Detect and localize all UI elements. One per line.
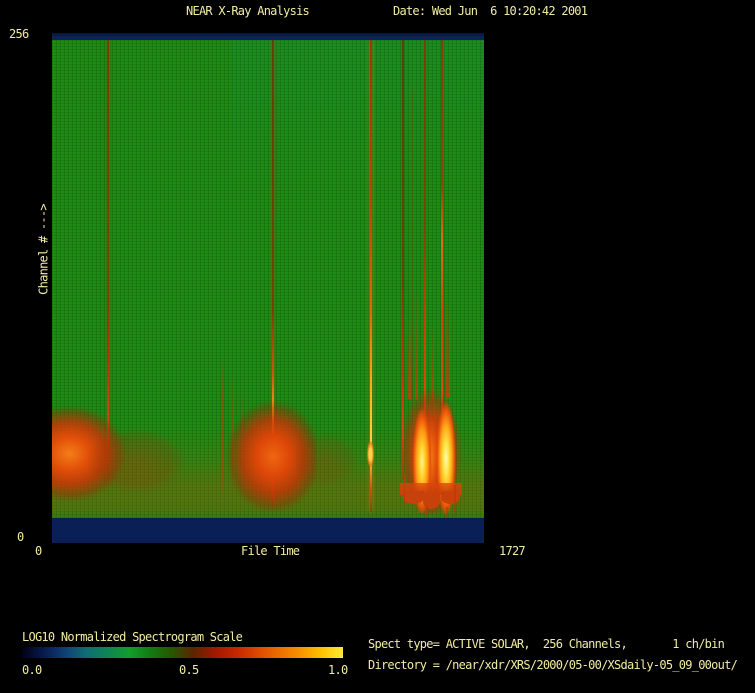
flare-scallop	[403, 491, 424, 504]
flare-drip	[446, 507, 448, 518]
x-axis-label: File Time	[241, 544, 300, 558]
flare-drip	[454, 485, 456, 518]
colorbar-tick-min: 0.0	[22, 663, 42, 677]
colorbar-gradient	[22, 647, 343, 658]
x-axis-min-tick: 0	[35, 544, 42, 558]
directory-line: Directory = /near/xdr/XRS/2000/05-00/XSd…	[368, 658, 738, 672]
colorbar-tick-mid: 0.5	[179, 663, 199, 677]
y-axis-label: Channel # --->	[36, 204, 51, 295]
event-streak	[424, 33, 426, 415]
event-blob-left-halo	[88, 419, 208, 503]
colorbar-tick-max: 1.0	[328, 663, 348, 677]
colorbar-title: LOG10 Normalized Spectrogram Scale	[22, 630, 243, 644]
teal-noise-tint	[232, 40, 484, 190]
flare-scallop	[441, 491, 460, 504]
y-axis-min-tick: 0	[17, 530, 24, 544]
spectrogram-bottom-band	[52, 518, 484, 543]
flare-drip	[426, 505, 428, 518]
x-axis-max-tick: 1727	[499, 544, 526, 558]
page-title: NEAR X-Ray Analysis	[186, 4, 310, 18]
near-xray-analysis-window: NEAR X-Ray Analysis Date: Wed Jun 6 10:2…	[0, 0, 755, 693]
spectrogram-top-band	[52, 33, 484, 40]
spectrogram-plot	[52, 33, 484, 543]
spect-type-line: Spect type= ACTIVE SOLAR, 256 Channels, …	[368, 637, 725, 651]
y-axis-max-tick: 256	[9, 27, 29, 41]
header-date: Date: Wed Jun 6 10:20:42 2001	[393, 4, 588, 18]
event-blob-middle-halo	[296, 425, 376, 495]
event-streak	[441, 33, 443, 411]
flare-drip	[404, 475, 405, 505]
